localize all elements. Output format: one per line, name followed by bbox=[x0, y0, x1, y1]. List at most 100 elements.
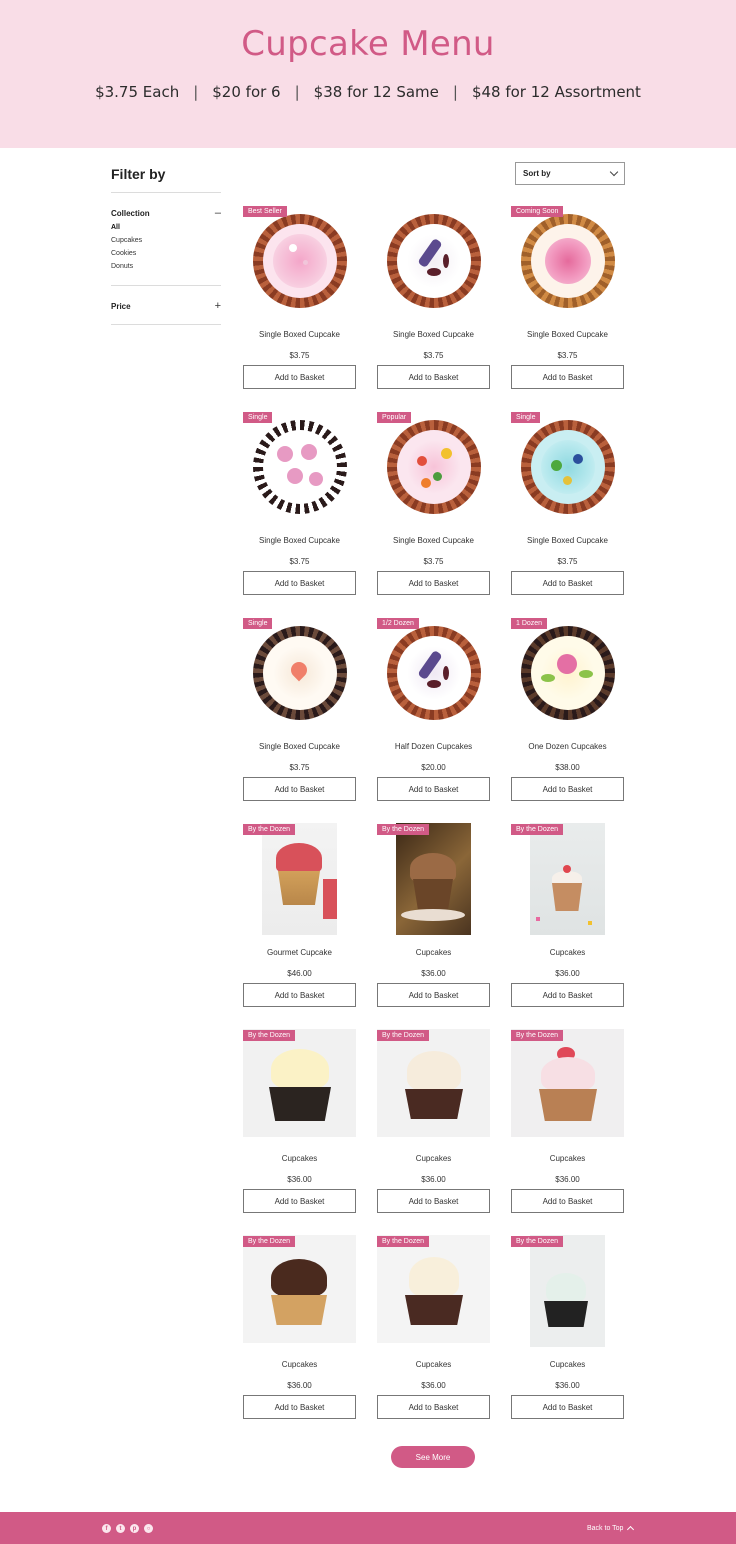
add-to-basket-button[interactable]: Add to Basket bbox=[377, 1189, 490, 1213]
add-to-basket-button[interactable]: Add to Basket bbox=[511, 1189, 624, 1213]
product-badge: Best Seller bbox=[243, 206, 287, 217]
add-to-basket-button[interactable]: Add to Basket bbox=[243, 1395, 356, 1419]
chevron-down-icon bbox=[609, 167, 619, 177]
divider bbox=[111, 324, 221, 325]
add-to-basket-button[interactable]: Add to Basket bbox=[377, 777, 490, 801]
add-to-basket-button[interactable]: Add to Basket bbox=[377, 571, 490, 595]
cupcake-photo bbox=[243, 1029, 356, 1137]
twitter-icon[interactable]: t bbox=[116, 1524, 125, 1533]
product-price: $3.75 bbox=[423, 557, 444, 566]
product-image[interactable]: By the Dozen bbox=[511, 1235, 624, 1347]
add-to-basket-button[interactable]: Add to Basket bbox=[377, 983, 490, 1007]
product-badge: 1/2 Dozen bbox=[377, 618, 419, 629]
product-card[interactable]: Single Single Boxed Cupcake $3.75 Add to… bbox=[243, 617, 356, 801]
product-image[interactable]: By the Dozen bbox=[377, 823, 490, 935]
product-name[interactable]: Cupcakes bbox=[511, 948, 624, 960]
add-to-basket-button[interactable]: Add to Basket bbox=[377, 365, 490, 389]
product-name[interactable]: Single Boxed Cupcake bbox=[511, 330, 624, 342]
back-to-top-link[interactable]: Back to Top bbox=[587, 1524, 635, 1534]
add-to-basket-button[interactable]: Add to Basket bbox=[511, 365, 624, 389]
product-card[interactable]: By the Dozen Gourmet Cupcake $46.00 Add … bbox=[243, 823, 356, 1007]
facebook-icon[interactable]: f bbox=[102, 1524, 111, 1533]
product-card[interactable]: Popular Single Boxed Cupcake $3.75 Add t… bbox=[377, 411, 490, 595]
product-card[interactable]: By the Dozen Cupcakes $36.00 Add to Bask… bbox=[243, 1029, 356, 1213]
product-card[interactable]: Single Single Boxed Cupcake $3.75 Add to… bbox=[243, 411, 356, 595]
product-price: $36.00 bbox=[421, 1175, 446, 1184]
product-name[interactable]: Single Boxed Cupcake bbox=[243, 330, 356, 342]
product-card[interactable]: By the Dozen Cupcakes $36.00 Add to Bask… bbox=[511, 823, 624, 1007]
product-image[interactable]: 1/2 Dozen bbox=[377, 617, 490, 729]
product-card[interactable]: Single Single Boxed Cupcake $3.75 Add to… bbox=[511, 411, 624, 595]
collection-label: Collection bbox=[111, 208, 150, 218]
collapse-icon[interactable]: – bbox=[215, 207, 221, 219]
product-name[interactable]: Single Boxed Cupcake bbox=[243, 742, 356, 754]
instagram-icon[interactable]: ○ bbox=[144, 1524, 153, 1533]
product-card[interactable]: Best Seller Single Boxed Cupcake $3.75 A… bbox=[243, 205, 356, 389]
product-name[interactable]: One Dozen Cupcakes bbox=[511, 742, 624, 754]
product-name[interactable]: Single Boxed Cupcake bbox=[377, 536, 490, 548]
add-to-basket-button[interactable]: Add to Basket bbox=[377, 1395, 490, 1419]
add-to-basket-button[interactable]: Add to Basket bbox=[243, 983, 356, 1007]
product-image[interactable]: Single bbox=[511, 411, 624, 523]
product-image[interactable]: Single bbox=[243, 411, 356, 523]
product-price: $36.00 bbox=[287, 1381, 312, 1390]
product-image[interactable]: By the Dozen bbox=[243, 1235, 356, 1347]
price-filter-label: Price bbox=[111, 301, 131, 311]
product-price: $38.00 bbox=[555, 763, 580, 772]
product-card[interactable]: By the Dozen Cupcakes $36.00 Add to Bask… bbox=[377, 823, 490, 1007]
product-image[interactable]: By the Dozen bbox=[511, 1029, 624, 1141]
add-to-basket-button[interactable]: Add to Basket bbox=[243, 365, 356, 389]
product-image[interactable]: By the Dozen bbox=[377, 1235, 490, 1347]
product-image[interactable]: Best Seller bbox=[243, 205, 356, 317]
product-card[interactable]: Single Boxed Cupcake $3.75 Add to Basket bbox=[377, 205, 490, 389]
product-name[interactable]: Cupcakes bbox=[377, 1154, 490, 1166]
cupcake-image bbox=[520, 420, 615, 514]
pinterest-icon[interactable]: p bbox=[130, 1524, 139, 1533]
product-image[interactable] bbox=[377, 205, 490, 317]
sort-dropdown[interactable]: Sort by bbox=[515, 162, 625, 185]
product-image[interactable]: By the Dozen bbox=[243, 1029, 356, 1141]
product-card[interactable]: By the Dozen Cupcakes $36.00 Add to Bask… bbox=[243, 1235, 356, 1419]
product-name[interactable]: Cupcakes bbox=[511, 1154, 624, 1166]
product-name[interactable]: Half Dozen Cupcakes bbox=[377, 742, 490, 754]
product-card[interactable]: By the Dozen Cupcakes $36.00 Add to Bask… bbox=[377, 1029, 490, 1213]
collection-option-all[interactable]: All bbox=[111, 221, 221, 234]
product-card[interactable]: 1 Dozen One Dozen Cupcakes $38.00 Add to… bbox=[511, 617, 624, 801]
product-name[interactable]: Single Boxed Cupcake bbox=[511, 536, 624, 548]
product-name[interactable]: Single Boxed Cupcake bbox=[377, 330, 490, 342]
product-card[interactable]: By the Dozen Cupcakes $36.00 Add to Bask… bbox=[377, 1235, 490, 1419]
expand-icon[interactable]: + bbox=[215, 300, 221, 312]
product-name[interactable]: Cupcakes bbox=[243, 1154, 356, 1166]
product-name[interactable]: Cupcakes bbox=[377, 948, 490, 960]
product-image[interactable]: By the Dozen bbox=[511, 823, 624, 935]
add-to-basket-button[interactable]: Add to Basket bbox=[243, 1189, 356, 1213]
product-name[interactable]: Gourmet Cupcake bbox=[243, 948, 356, 960]
product-card[interactable]: By the Dozen Cupcakes $36.00 Add to Bask… bbox=[511, 1029, 624, 1213]
collection-option-cupcakes[interactable]: Cupcakes bbox=[111, 234, 221, 247]
add-to-basket-button[interactable]: Add to Basket bbox=[243, 777, 356, 801]
product-badge: 1 Dozen bbox=[511, 618, 548, 629]
product-name[interactable]: Cupcakes bbox=[377, 1360, 490, 1372]
product-image[interactable]: By the Dozen bbox=[243, 823, 356, 935]
product-image[interactable]: 1 Dozen bbox=[511, 617, 624, 729]
product-card[interactable]: By the Dozen Cupcakes $36.00 Add to Bask… bbox=[511, 1235, 624, 1419]
product-image[interactable]: Popular bbox=[377, 411, 490, 523]
product-card[interactable]: 1/2 Dozen Half Dozen Cupcakes $20.00 Add… bbox=[377, 617, 490, 801]
add-to-basket-button[interactable]: Add to Basket bbox=[243, 571, 356, 595]
collection-option-cookies[interactable]: Cookies bbox=[111, 247, 221, 260]
price-filter-header[interactable]: Price + bbox=[111, 286, 221, 324]
product-name[interactable]: Cupcakes bbox=[511, 1360, 624, 1372]
collection-option-donuts[interactable]: Donuts bbox=[111, 260, 221, 273]
add-to-basket-button[interactable]: Add to Basket bbox=[511, 571, 624, 595]
add-to-basket-button[interactable]: Add to Basket bbox=[511, 777, 624, 801]
product-image[interactable]: Single bbox=[243, 617, 356, 729]
product-card[interactable]: Coming Soon Single Boxed Cupcake $3.75 A… bbox=[511, 205, 624, 389]
cupcake-photo bbox=[396, 823, 471, 935]
add-to-basket-button[interactable]: Add to Basket bbox=[511, 1395, 624, 1419]
product-name[interactable]: Single Boxed Cupcake bbox=[243, 536, 356, 548]
product-image[interactable]: Coming Soon bbox=[511, 205, 624, 317]
product-image[interactable]: By the Dozen bbox=[377, 1029, 490, 1141]
see-more-button[interactable]: See More bbox=[391, 1446, 475, 1468]
product-name[interactable]: Cupcakes bbox=[243, 1360, 356, 1372]
add-to-basket-button[interactable]: Add to Basket bbox=[511, 983, 624, 1007]
